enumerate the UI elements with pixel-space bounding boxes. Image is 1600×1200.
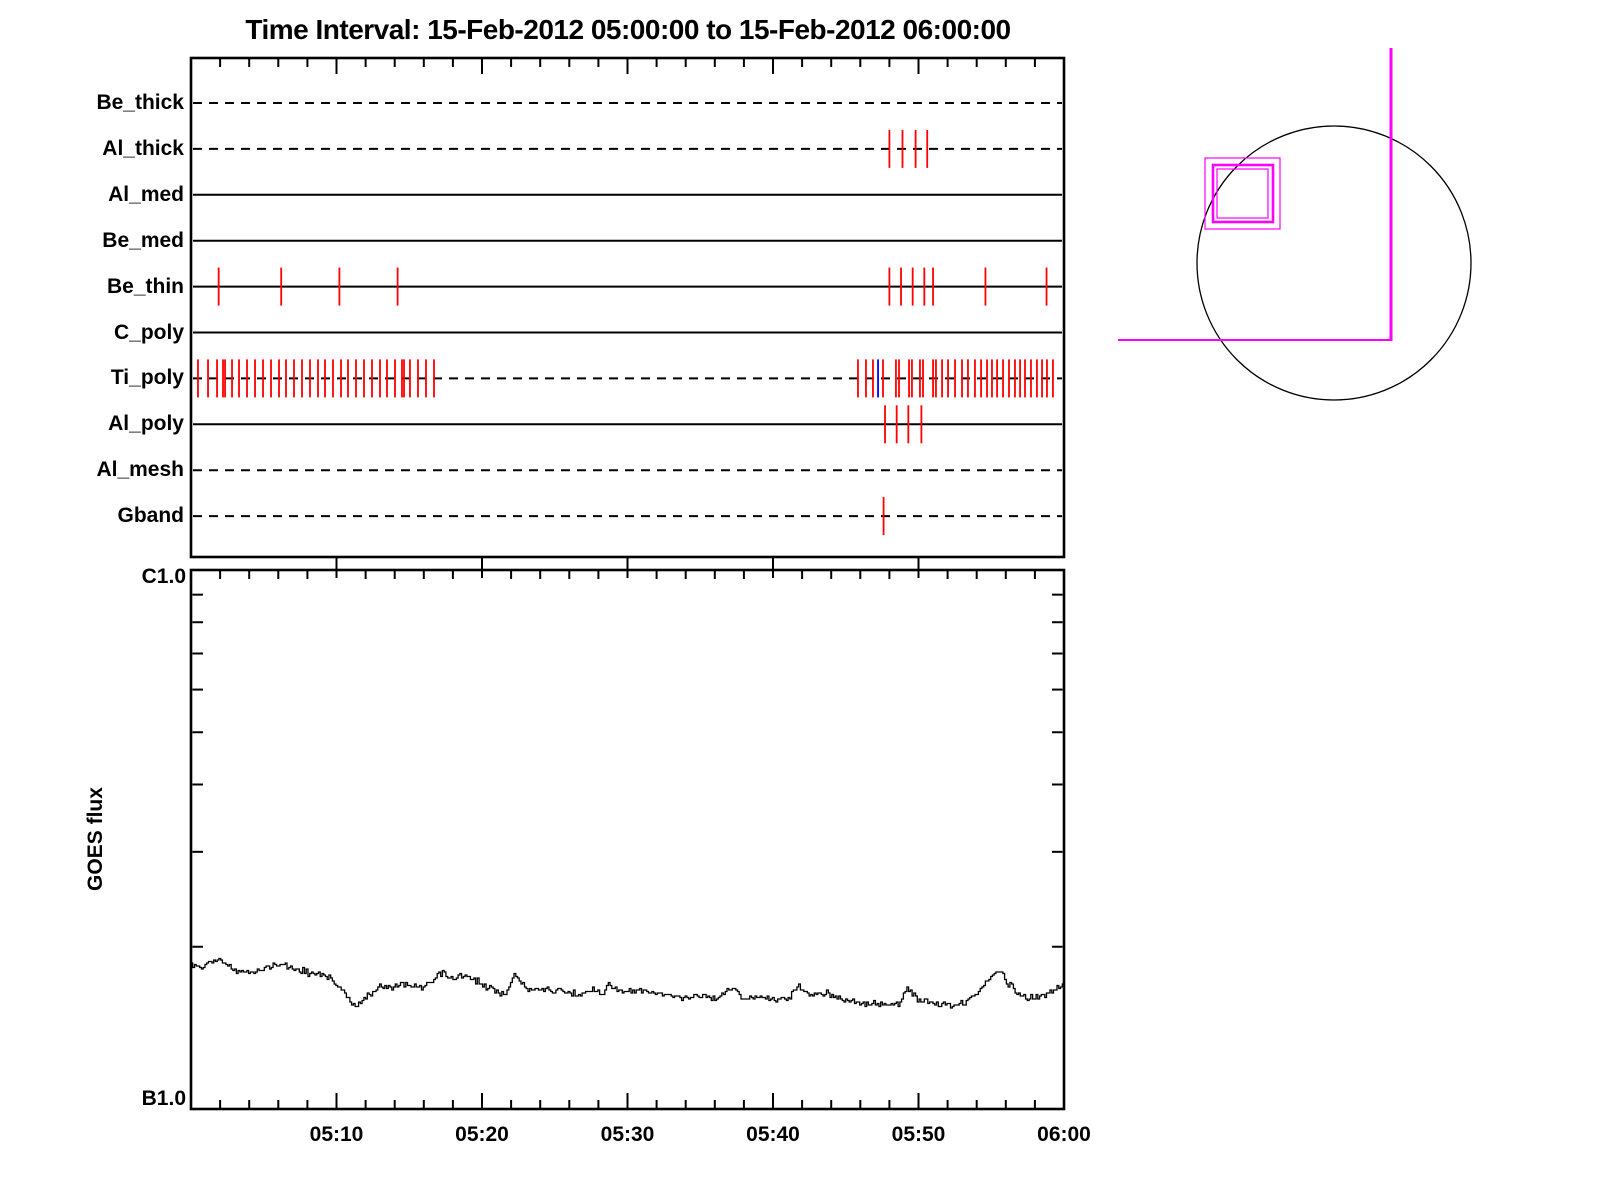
channel-label-C_poly: C_poly <box>113 320 184 344</box>
channel-label-Ti_poly: Ti_poly <box>110 366 184 390</box>
plot-canvas <box>189 48 1472 1111</box>
channel-label-Al_poly: Al_poly <box>108 412 184 436</box>
time-axis-label-0540: 05:40 <box>746 1123 800 1146</box>
channel-label-Be_thick: Be_thick <box>96 91 184 114</box>
goes-ymax-label: C1.0 <box>141 565 186 588</box>
time-axis-label-0510: 05:10 <box>309 1123 364 1146</box>
channel-label-Be_med: Be_med <box>102 228 184 252</box>
channel-label-Al_thick: Al_thick <box>102 136 184 160</box>
fov-box-2 <box>1216 168 1269 219</box>
channel-label-Al_mesh: Al_mesh <box>96 458 184 482</box>
time-axis-label-0520: 05:20 <box>455 1123 509 1146</box>
goes-flux-curve <box>191 957 1065 1009</box>
channel-label-Al_med: Al_med <box>108 182 184 206</box>
solar-limb-circle <box>1196 125 1472 401</box>
fov-box-1 <box>1211 163 1275 224</box>
timeline-panel-border <box>189 56 1066 559</box>
channel-label-Be_thin: Be_thin <box>106 274 184 298</box>
time-axis-label-0550: 05:50 <box>891 1123 946 1146</box>
time-axis-label-0530: 05:30 <box>600 1123 655 1146</box>
channel-label-Gband: Gband <box>117 504 185 528</box>
goes-panel-border <box>189 568 1066 1111</box>
screenshot-root: Time Interval: 15-Feb-2012 05:00:00 to 1… <box>0 0 1600 1200</box>
goes-axis-title: GOES flux <box>84 787 107 891</box>
goes-ymin-label: B1.0 <box>141 1087 186 1110</box>
time-axis-label-0600: 06:00 <box>1037 1123 1091 1146</box>
